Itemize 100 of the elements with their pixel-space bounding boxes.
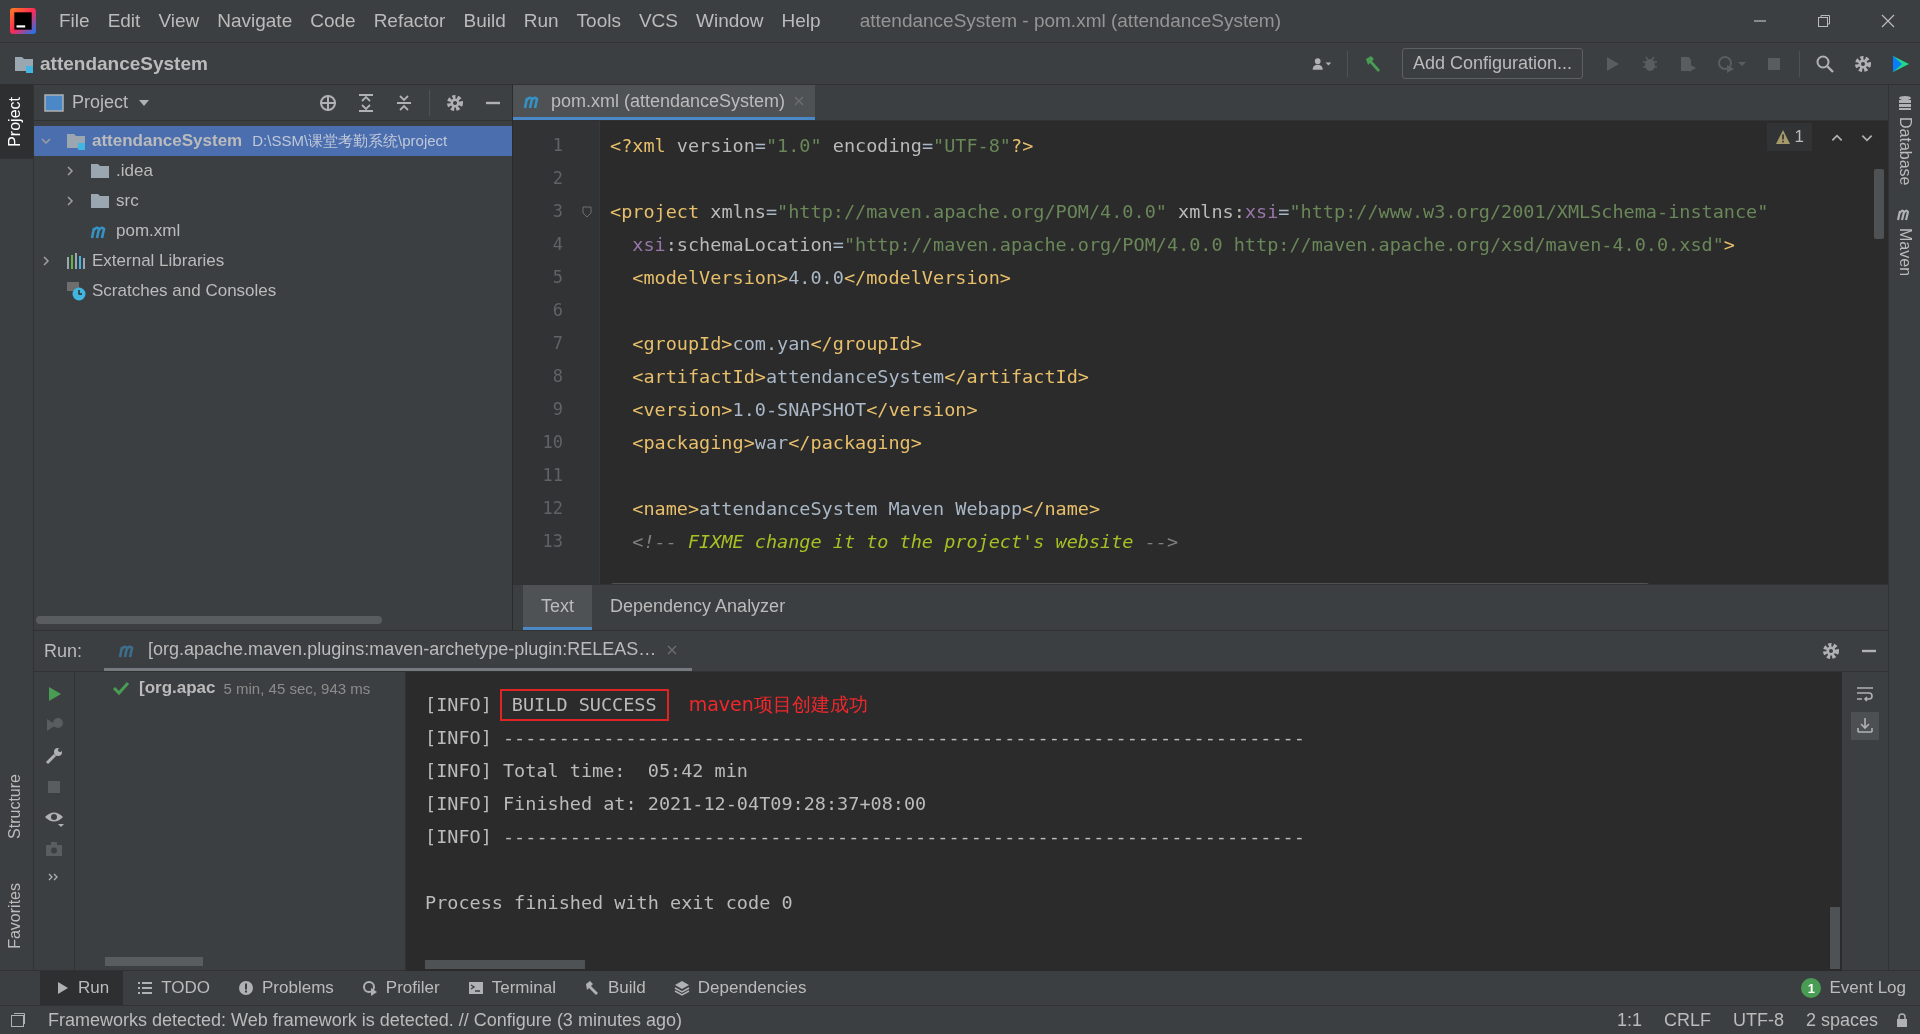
- scrollbar[interactable]: [36, 616, 382, 624]
- chevron-right-icon[interactable]: [40, 255, 52, 267]
- panel-toggle-icon[interactable]: [10, 1012, 26, 1028]
- tree-item[interactable]: src: [34, 186, 512, 216]
- menu-item[interactable]: Navigate: [208, 10, 302, 32]
- status-item[interactable]: CRLF: [1657, 1009, 1717, 1031]
- side-tab[interactable]: Maven: [1889, 195, 1920, 286]
- side-tab[interactable]: Favorites: [0, 871, 33, 961]
- editor-tab[interactable]: pom.xml (attendanceSystem): [513, 85, 816, 120]
- hammer-icon: [583, 980, 600, 996]
- tool-window-tab[interactable]: Profiler: [347, 971, 454, 1005]
- menu-item[interactable]: Build: [454, 10, 515, 32]
- side-tab[interactable]: Project: [0, 85, 33, 159]
- scrollbar[interactable]: [105, 957, 203, 966]
- settings-icon[interactable]: [445, 92, 465, 113]
- code-line: <artifactId>attendanceSystem</artifactId>: [631, 365, 1089, 389]
- folder-icon: [90, 161, 110, 181]
- menu-item[interactable]: Help: [772, 10, 830, 32]
- soft-wrap-icon[interactable]: [1855, 684, 1875, 704]
- settings-icon[interactable]: [1821, 641, 1841, 661]
- tool-window-tab[interactable]: Run: [40, 971, 124, 1005]
- close-icon[interactable]: [1880, 13, 1896, 29]
- tree-label: External Libraries: [92, 251, 225, 271]
- code-line: <!-- FIXME change it to the project's website -->: [631, 530, 1179, 554]
- scrollbar[interactable]: [1874, 169, 1884, 239]
- code-line: <version>1.0-SNAPSHOT</version>: [631, 398, 978, 422]
- warning-icon: [1774, 129, 1791, 145]
- collapse-all-icon[interactable]: [394, 92, 414, 113]
- menu-item[interactable]: Code: [301, 10, 365, 32]
- code-line: xsi:schemaLocation="http://maven.apache.org/POM/4.0.0 http://maven.apache.org/xsd/maven-4.0.0.xsd">: [631, 233, 1735, 257]
- window-title: attendanceSystem - pom.xml (attendanceSystem): [859, 10, 1281, 32]
- tree-item[interactable]: attendanceSystem D:\SSM\课堂考勤系统\project: [34, 126, 512, 156]
- menu-item[interactable]: Refactor: [364, 10, 455, 32]
- folder-icon: [90, 191, 110, 211]
- fold-icon[interactable]: [581, 205, 593, 218]
- chevron-right-icon[interactable]: [64, 165, 76, 177]
- lock-icon[interactable]: [1894, 1012, 1910, 1028]
- chevron-right-icon[interactable]: [64, 195, 76, 207]
- tool-window-tab[interactable]: Build: [569, 971, 660, 1005]
- menu-item[interactable]: File: [50, 10, 99, 32]
- search-icon[interactable]: [1815, 53, 1835, 74]
- tool-window-tab[interactable]: Dependencies: [659, 971, 821, 1005]
- log-prefix: [INFO]: [425, 693, 492, 717]
- editor-view-tab[interactable]: Dependency Analyzer: [592, 585, 804, 630]
- tool-window-tab[interactable]: TODO: [123, 971, 224, 1005]
- side-tab[interactable]: Structure: [0, 762, 33, 852]
- layers-icon: [673, 980, 690, 996]
- console-line: [INFO] ------------------------------------------------------------------------: [425, 825, 1306, 849]
- highlighted-text: BUILD SUCCESS: [499, 688, 669, 721]
- run-configuration-button[interactable]: Add Configuration...: [1401, 48, 1583, 79]
- status-message: Frameworks detected: Web framework is detected. // Configure (3 minutes ago): [48, 1009, 682, 1031]
- console-line: [INFO] Total time: 05:42 min: [425, 759, 749, 783]
- scrollbar[interactable]: [1830, 907, 1840, 969]
- scratches-icon: [66, 281, 86, 301]
- tree-label: src: [116, 191, 139, 211]
- warning-icon: [238, 980, 254, 996]
- status-item[interactable]: UTF-8: [1726, 1009, 1790, 1031]
- count-badge: 1: [1801, 978, 1822, 998]
- tree-item[interactable]: External Libraries: [34, 246, 512, 276]
- status-item[interactable]: 2 spaces: [1799, 1009, 1884, 1031]
- tree-item[interactable]: pom.xml: [34, 216, 512, 246]
- run-tree-item[interactable]: [org.apac 5 min, 45 sec, 943 ms: [75, 672, 405, 698]
- tree-item[interactable]: Scratches and Consoles: [34, 276, 512, 306]
- settings-icon[interactable]: [1853, 53, 1873, 74]
- plugin-logo-icon[interactable]: [1891, 53, 1911, 74]
- wrench-icon[interactable]: [44, 746, 64, 766]
- code-line: <?xml version="1.0" encoding="UTF-8"?>: [610, 134, 1034, 158]
- annotation: maven项目创建成功: [688, 692, 868, 717]
- list-icon: [137, 980, 154, 996]
- event-log-tab[interactable]: 1 Event Log: [1787, 971, 1920, 1005]
- side-tab[interactable]: Database: [1889, 85, 1920, 196]
- scroll-to-end-icon[interactable]: [1851, 712, 1879, 740]
- menu-item[interactable]: Window: [687, 10, 773, 32]
- menu-item[interactable]: Edit: [98, 10, 150, 32]
- menu-item[interactable]: Tools: [567, 10, 630, 32]
- terminal-icon: [467, 980, 484, 996]
- menu-item[interactable]: Run: [514, 10, 568, 32]
- tree-item[interactable]: .idea: [34, 156, 512, 186]
- profiler-icon: [361, 980, 378, 996]
- panel-title[interactable]: Project: [72, 92, 129, 113]
- tool-window-tab[interactable]: Terminal: [453, 971, 570, 1005]
- editor-view-tab[interactable]: Text: [523, 585, 592, 630]
- tree-label: pom.xml: [116, 221, 181, 241]
- breadcrumb[interactable]: attendanceSystem: [40, 52, 208, 75]
- code-line: <name>attendanceSystem Maven Webapp</name>: [631, 497, 1101, 521]
- libraries-icon: [66, 251, 86, 271]
- console-line: Process finished with exit code 0: [425, 891, 794, 915]
- tree-label: attendanceSystem: [92, 131, 243, 151]
- menu-item[interactable]: VCS: [629, 10, 687, 32]
- menu-item[interactable]: View: [149, 10, 209, 32]
- run-label: Run:: [44, 640, 83, 662]
- status-item[interactable]: 1:1: [1610, 1009, 1648, 1031]
- module-folder-icon: [66, 131, 86, 151]
- expand-all-icon[interactable]: [356, 92, 376, 113]
- code-line: <packaging>war</packaging>: [631, 431, 922, 455]
- restore-icon[interactable]: [1816, 13, 1832, 29]
- scrollbar[interactable]: [425, 960, 585, 969]
- tool-window-tab[interactable]: Problems: [224, 971, 348, 1005]
- locate-icon[interactable]: [318, 92, 338, 113]
- inspection-widget[interactable]: 1: [1766, 123, 1812, 151]
